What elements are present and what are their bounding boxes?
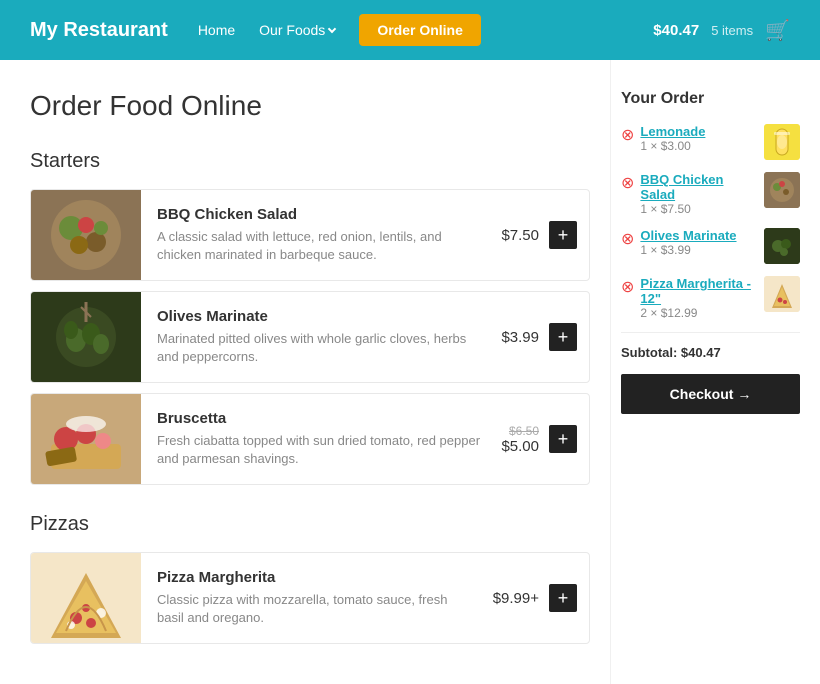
- pizzas-section: Pizzas Pi: [30, 513, 590, 644]
- add-item-button[interactable]: +: [549, 323, 577, 351]
- add-item-button[interactable]: +: [549, 221, 577, 249]
- menu-item-price: $5.00: [501, 438, 539, 455]
- order-item-info: BBQ Chicken Salad 1 × $7.50: [640, 172, 758, 216]
- main-body: Order Food Online Starters: [0, 60, 820, 684]
- order-item-info: Olives Marinate 1 × $3.99: [640, 228, 758, 257]
- order-item-name[interactable]: Lemonade: [640, 124, 758, 139]
- olives-thumb-svg: [764, 228, 800, 264]
- order-item-name[interactable]: Pizza Margherita - 12": [640, 276, 758, 306]
- menu-item-description: Classic pizza with mozzarella, tomato sa…: [157, 591, 477, 627]
- bruscetta-image: [31, 394, 141, 484]
- remove-item-icon[interactable]: ⊗: [621, 173, 634, 193]
- starters-section: Starters BBQ Chicken Salad: [30, 150, 590, 485]
- menu-item-right: $3.99 +: [501, 323, 589, 351]
- remove-item-icon[interactable]: ⊗: [621, 125, 634, 145]
- bbq-thumb-svg: [764, 172, 800, 208]
- order-item-thumbnail: [764, 124, 800, 160]
- bruscetta-image-svg: [31, 394, 141, 484]
- menu-item: BBQ Chicken Salad A classic salad with l…: [30, 189, 590, 281]
- menu-item-body: Pizza Margherita Classic pizza with mozz…: [141, 555, 493, 641]
- order-item: ⊗ BBQ Chicken Salad 1 × $7.50: [621, 172, 800, 216]
- starters-section-title: Starters: [30, 150, 590, 173]
- olives-image-svg: [31, 292, 141, 382]
- menu-item-name: Bruscetta: [157, 410, 485, 427]
- lemonade-thumb-svg: [764, 124, 800, 160]
- order-subtotal: Subtotal: $40.47: [621, 345, 800, 360]
- cart-icon[interactable]: 🛒: [765, 18, 790, 43]
- menu-item-body: Olives Marinate Marinated pitted olives …: [141, 294, 501, 380]
- menu-item-description: Marinated pitted olives with whole garli…: [157, 330, 485, 366]
- bbq-chicken-image-svg: [31, 190, 141, 280]
- order-item-thumbnail: [764, 228, 800, 264]
- add-item-button[interactable]: +: [549, 584, 577, 612]
- menu-item: Olives Marinate Marinated pitted olives …: [30, 291, 590, 383]
- nav-our-foods[interactable]: Our Foods: [259, 22, 335, 38]
- order-item-thumbnail: [764, 172, 800, 208]
- order-item-name[interactable]: Olives Marinate: [640, 228, 758, 243]
- menu-item-description: A classic salad with lettuce, red onion,…: [157, 228, 485, 264]
- order-item-qty: 1 × $3.00: [640, 139, 758, 153]
- menu-item: Pizza Margherita Classic pizza with mozz…: [30, 552, 590, 644]
- pizza-image: [31, 553, 141, 643]
- order-item: ⊗ Olives Marinate 1 × $3.99: [621, 228, 800, 264]
- site-header: My Restaurant Home Our Foods Order Onlin…: [0, 0, 820, 60]
- menu-item-price: $3.99: [501, 329, 539, 346]
- order-divider: [621, 332, 800, 333]
- order-item-thumbnail: [764, 276, 800, 312]
- nav-our-foods-label: Our Foods: [259, 22, 325, 38]
- order-item: ⊗ Pizza Margherita - 12" 2 × $12.99: [621, 276, 800, 320]
- order-item-name[interactable]: BBQ Chicken Salad: [640, 172, 758, 202]
- add-item-button[interactable]: +: [549, 425, 577, 453]
- order-item-info: Lemonade 1 × $3.00: [640, 124, 758, 153]
- nav-home[interactable]: Home: [198, 22, 235, 38]
- order-item-qty: 2 × $12.99: [640, 306, 758, 320]
- header-left: My Restaurant Home Our Foods Order Onlin…: [30, 14, 481, 46]
- main-nav: Home Our Foods Order Online: [198, 14, 481, 46]
- menu-item-right: $7.50 +: [501, 221, 589, 249]
- cart-items-count: 5 items: [711, 23, 753, 38]
- order-item-qty: 1 × $3.99: [640, 243, 758, 257]
- menu-item-name: Pizza Margherita: [157, 569, 477, 586]
- page-title: Order Food Online: [30, 90, 590, 122]
- order-item-qty: 1 × $7.50: [640, 202, 758, 216]
- bbq-chicken-image: [31, 190, 141, 280]
- nav-order-online-button[interactable]: Order Online: [359, 14, 481, 46]
- olives-image: [31, 292, 141, 382]
- order-sidebar: Your Order ⊗ Lemonade 1 × $3.00 ⊗ BBQ Ch: [610, 60, 820, 684]
- menu-column: Order Food Online Starters: [0, 60, 610, 684]
- price-block: $6.50 $5.00: [501, 424, 539, 455]
- pizza-image-svg: [31, 553, 141, 643]
- order-item: ⊗ Lemonade 1 × $3.00: [621, 124, 800, 160]
- order-title: Your Order: [621, 90, 800, 108]
- menu-item-body: Bruscetta Fresh ciabatta topped with sun…: [141, 396, 501, 482]
- menu-item-price-old: $6.50: [501, 424, 539, 438]
- remove-item-icon[interactable]: ⊗: [621, 277, 634, 297]
- pizza-thumb-svg: [764, 276, 800, 312]
- menu-item-right: $9.99+ +: [493, 584, 589, 612]
- menu-item-body: BBQ Chicken Salad A classic salad with l…: [141, 192, 501, 278]
- menu-item: Bruscetta Fresh ciabatta topped with sun…: [30, 393, 590, 485]
- menu-item-price: $7.50: [501, 227, 539, 244]
- header-right: $40.47 5 items 🛒: [653, 18, 790, 43]
- order-item-info: Pizza Margherita - 12" 2 × $12.99: [640, 276, 758, 320]
- menu-item-right: $6.50 $5.00 +: [501, 424, 589, 455]
- site-logo: My Restaurant: [30, 19, 168, 42]
- checkout-button[interactable]: Checkout →: [621, 374, 800, 414]
- remove-item-icon[interactable]: ⊗: [621, 229, 634, 249]
- menu-item-name: Olives Marinate: [157, 308, 485, 325]
- menu-item-name: BBQ Chicken Salad: [157, 206, 485, 223]
- pizzas-section-title: Pizzas: [30, 513, 590, 536]
- menu-item-price: $9.99+: [493, 590, 539, 607]
- cart-amount: $40.47: [653, 22, 699, 39]
- menu-item-description: Fresh ciabatta topped with sun dried tom…: [157, 432, 485, 468]
- dropdown-chevron-icon: [328, 25, 336, 33]
